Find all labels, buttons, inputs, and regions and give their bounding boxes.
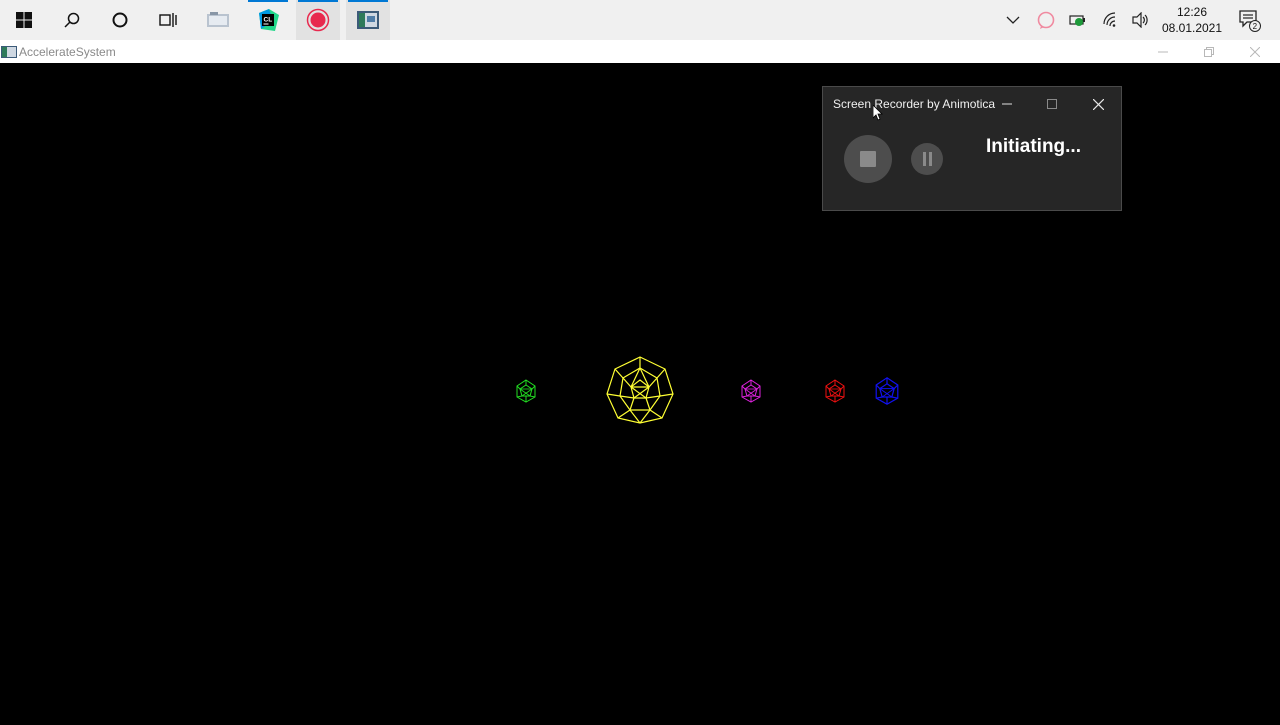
cortana-icon: [112, 12, 128, 28]
recorder-tray-icon: [1037, 11, 1055, 29]
stop-icon: [860, 151, 876, 167]
recorder-tray-button[interactable]: [1031, 0, 1061, 40]
clock-time: 12:26: [1176, 5, 1208, 19]
explorer-app-button[interactable]: [196, 0, 240, 40]
chevron-up-icon: [1006, 16, 1020, 24]
pause-recording-button[interactable]: [911, 143, 943, 175]
screen-recorder-app-icon: [306, 8, 330, 32]
taskbar: CL 12:26 08.01.2021 2: [0, 0, 1280, 40]
magenta-planet: [741, 379, 761, 403]
volume-tray-button[interactable]: [1126, 0, 1156, 40]
task-view-button[interactable]: [146, 0, 190, 40]
close-icon: [1092, 98, 1104, 110]
wifi-icon: [1103, 12, 1116, 27]
screen-recorder-window[interactable]: Screen Recorder by Animotica Initiating.…: [822, 86, 1122, 211]
notifications-icon: 2: [1239, 10, 1261, 32]
screen-recorder-app-button[interactable]: [296, 0, 340, 40]
search-icon: [64, 12, 80, 28]
start-button[interactable]: [2, 0, 46, 40]
recorder-status: Initiating...: [986, 136, 1081, 157]
minimize-icon: [1158, 51, 1168, 52]
recorder-close-button[interactable]: [1083, 93, 1113, 115]
app-close-button[interactable]: [1232, 40, 1278, 63]
show-hidden-icons-button[interactable]: [998, 0, 1028, 40]
recorder-title: Screen Recorder by Animotica: [833, 97, 996, 111]
cortana-button[interactable]: [98, 0, 142, 40]
close-icon: [1250, 46, 1260, 57]
pause-icon: [922, 152, 926, 166]
action-center-button[interactable]: 2: [1234, 0, 1264, 40]
explorer-app-icon: [207, 12, 229, 27]
clion-app-button[interactable]: CL: [246, 0, 290, 40]
minimize-icon: [1002, 103, 1012, 105]
app-window-title: AccelerateSystem: [19, 45, 116, 59]
maximize-icon: [1047, 99, 1057, 109]
stop-recording-button[interactable]: [844, 135, 892, 183]
green-planet: [516, 379, 536, 403]
svg-text:CL: CL: [264, 17, 273, 24]
speaker-icon: [1132, 12, 1148, 28]
windows-logo-icon: [16, 12, 32, 28]
red-planet: [825, 379, 845, 403]
recorder-maximize-button[interactable]: [1037, 93, 1067, 115]
yellow-sun: [606, 356, 674, 424]
recorder-minimize-button[interactable]: [992, 93, 1022, 115]
battery-charging-icon: [1069, 15, 1085, 26]
task-view-icon: [159, 13, 177, 27]
accelerate-system-window-icon: [1, 46, 17, 58]
blue-planet: [875, 377, 899, 405]
clock-date: 08.01.2021: [1161, 21, 1223, 35]
accelerate-system-app-button[interactable]: [346, 0, 390, 40]
network-tray-button[interactable]: [1096, 0, 1126, 40]
app-minimize-button[interactable]: [1140, 40, 1186, 63]
clion-app-icon: CL: [259, 9, 279, 31]
notifications-count: 2: [1253, 22, 1258, 31]
taskbar-clock[interactable]: 12:26 08.01.2021: [1158, 4, 1226, 36]
battery-tray-button[interactable]: [1063, 0, 1093, 40]
restore-icon: [1204, 46, 1214, 57]
app-titlebar: [0, 40, 1280, 63]
mouse-cursor-icon: [873, 105, 883, 121]
search-button[interactable]: [50, 0, 94, 40]
accelerate-system-app-icon: [357, 11, 379, 29]
app-restore-button[interactable]: [1186, 40, 1232, 63]
